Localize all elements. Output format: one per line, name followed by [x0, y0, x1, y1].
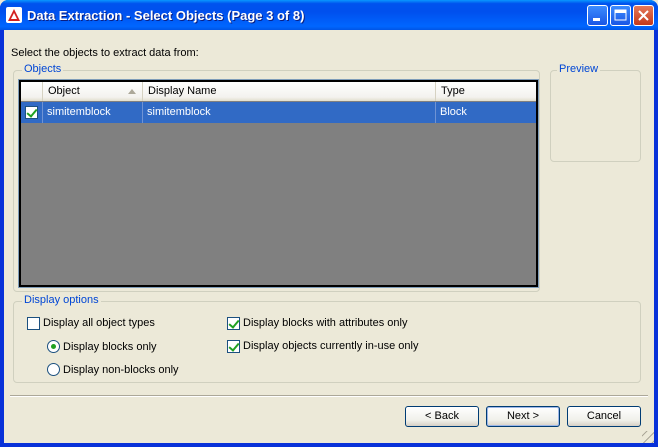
non-blocks-only-radio[interactable] [47, 363, 60, 376]
column-header-type-label: Type [441, 85, 465, 97]
column-header-display-name[interactable]: Display Name [143, 82, 436, 101]
non-blocks-only-label[interactable]: Display non-blocks only [63, 364, 179, 376]
instruction-text: Select the objects to extract data from: [11, 47, 199, 59]
display-all-types-checkbox[interactable] [27, 317, 40, 330]
column-header-display-name-label: Display Name [148, 85, 217, 97]
maximize-button[interactable] [610, 5, 631, 26]
column-header-object[interactable]: Object [43, 82, 143, 101]
blocks-with-attributes-checkbox[interactable] [227, 317, 240, 330]
preview-group-title: Preview [557, 63, 601, 75]
maximize-icon [614, 9, 627, 21]
table-row[interactable]: simitemblock simitemblock Block [21, 102, 536, 123]
type-cell: Block [440, 106, 467, 118]
column-header-object-label: Object [48, 85, 80, 97]
display-all-types-label[interactable]: Display all object types [43, 317, 155, 329]
title-bar[interactable]: Data Extraction - Select Objects (Page 3… [0, 0, 658, 30]
blocks-with-attributes-label[interactable]: Display blocks with attributes only [243, 317, 407, 329]
objects-list[interactable]: Object Display Name Type simitemblock si… [19, 80, 538, 287]
blocks-only-label[interactable]: Display blocks only [63, 341, 157, 353]
window-title: Data Extraction - Select Objects (Page 3… [27, 8, 305, 23]
preview-group: Preview [550, 63, 641, 162]
object-cell: simitemblock [43, 102, 143, 123]
objects-in-use-label[interactable]: Display objects currently in-use only [243, 340, 418, 352]
minimize-button[interactable] [587, 5, 608, 26]
row-checkbox[interactable] [25, 106, 38, 119]
minimize-icon [593, 18, 600, 21]
autocad-app-icon [6, 7, 22, 23]
next-button[interactable]: Next > [486, 406, 560, 427]
objects-in-use-checkbox[interactable] [227, 340, 240, 353]
list-header: Object Display Name Type [21, 82, 536, 101]
display-name-cell[interactable]: simitemblock [143, 102, 436, 123]
display-options-title: Display options [22, 294, 101, 306]
close-button[interactable] [633, 5, 654, 26]
objects-group-title: Objects [22, 63, 64, 75]
column-header-check[interactable] [21, 82, 43, 101]
close-icon [638, 10, 649, 21]
row-check-cell[interactable] [21, 102, 43, 123]
sort-ascending-icon [128, 89, 136, 94]
resize-grip-icon[interactable] [642, 431, 654, 443]
cancel-button[interactable]: Cancel [567, 406, 641, 427]
back-button[interactable]: < Back [405, 406, 479, 427]
button-separator [10, 395, 648, 397]
column-header-type[interactable]: Type [436, 82, 536, 101]
blocks-only-radio[interactable] [47, 340, 60, 353]
